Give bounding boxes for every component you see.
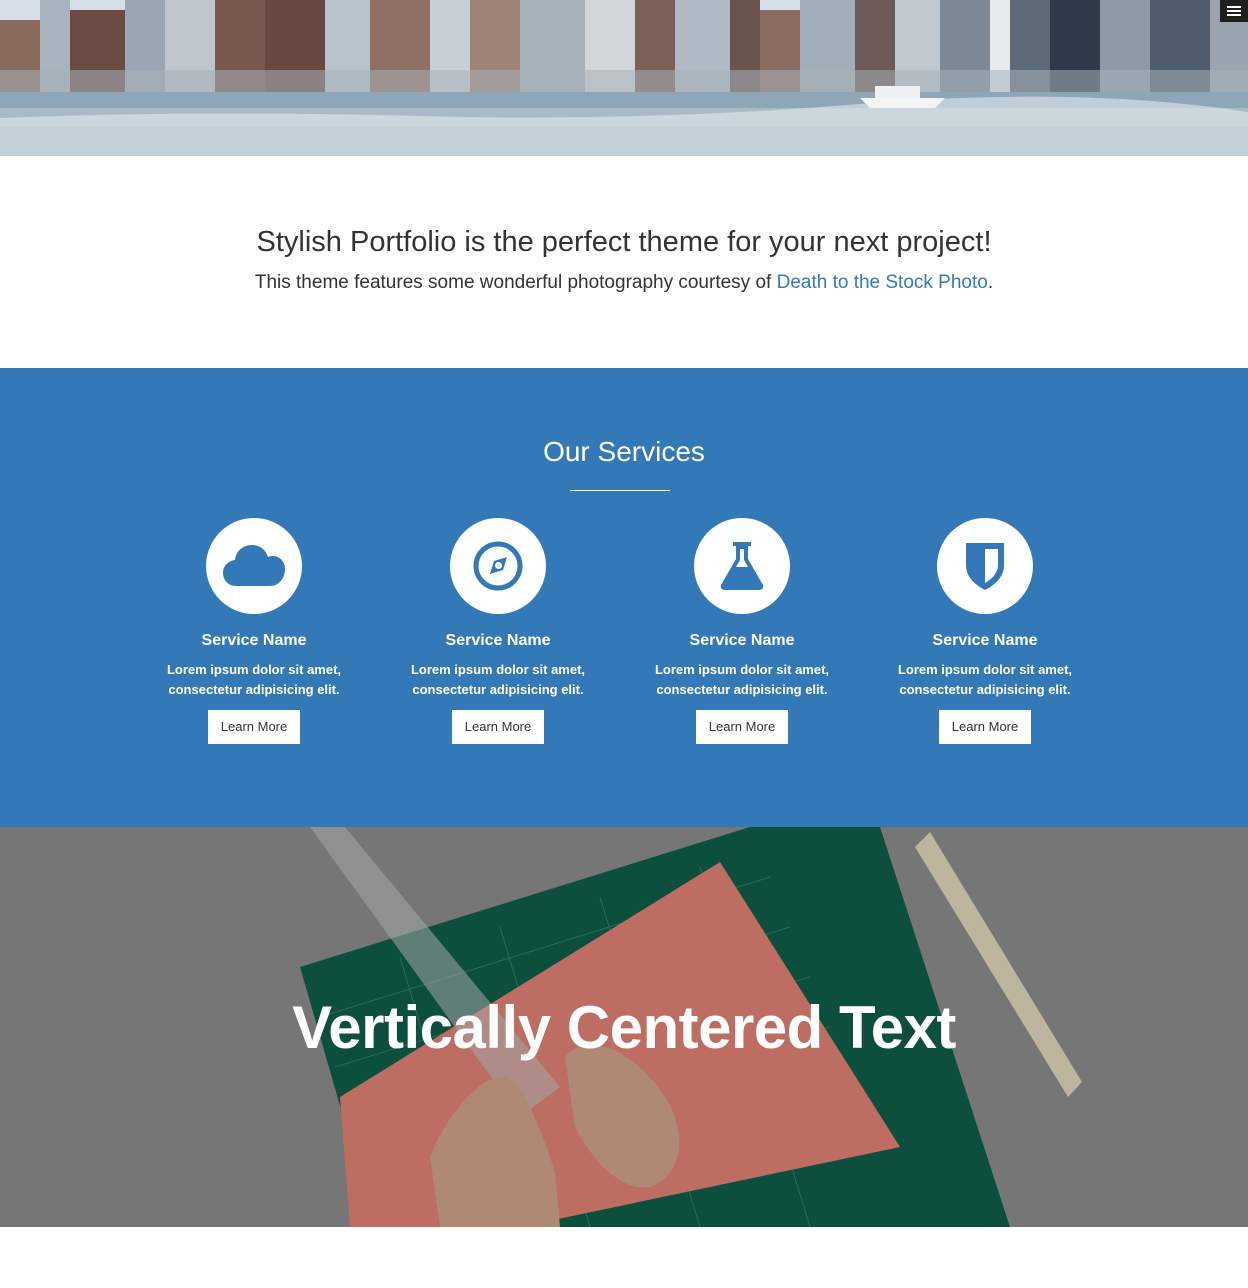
service-description: Lorem ipsum dolor sit amet, consectetur a… bbox=[895, 660, 1075, 700]
service-description-line: consectetur adipisicing elit. bbox=[412, 682, 584, 697]
city-skyline-image bbox=[0, 0, 1248, 156]
service-title: Service Name bbox=[201, 632, 307, 649]
cloud-icon bbox=[223, 545, 285, 586]
learn-more-button[interactable]: Learn More bbox=[696, 710, 788, 744]
service-item: Service Name Lorem ipsum dolor sit amet,… bbox=[652, 518, 832, 744]
service-description: Lorem ipsum dolor sit amet, consectetur a… bbox=[652, 660, 832, 700]
flask-icon bbox=[720, 542, 764, 590]
service-item: Service Name Lorem ipsum dolor sit amet,… bbox=[164, 518, 344, 744]
service-description: Lorem ipsum dolor sit amet, consectetur a… bbox=[408, 660, 588, 700]
service-description-line: consectetur adipisicing elit. bbox=[899, 682, 1071, 697]
about-section: Stylish Portfolio is the perfect theme f… bbox=[0, 156, 1248, 368]
about-text: This theme features some wonderful photo… bbox=[0, 272, 1248, 294]
service-item: Service Name Lorem ipsum dolor sit amet,… bbox=[408, 518, 588, 744]
menu-toggle-button[interactable] bbox=[1220, 0, 1248, 22]
service-description-line: Lorem ipsum dolor sit amet, bbox=[897, 662, 1073, 677]
services-heading: Our Services bbox=[543, 436, 705, 467]
service-description-line: Lorem ipsum dolor sit amet, bbox=[166, 662, 342, 677]
compass-icon bbox=[473, 541, 523, 591]
service-icon-circle bbox=[206, 518, 302, 614]
service-icon-circle bbox=[694, 518, 790, 614]
service-icon-circle bbox=[937, 518, 1033, 614]
learn-more-button[interactable]: Learn More bbox=[452, 710, 544, 744]
service-title: Service Name bbox=[445, 632, 551, 649]
service-description-line: Lorem ipsum dolor sit amet, bbox=[410, 662, 586, 677]
service-icon-circle bbox=[450, 518, 546, 614]
shield-icon bbox=[966, 543, 1004, 590]
learn-more-button[interactable]: Learn More bbox=[939, 710, 1031, 744]
services-section: Our Services Service Name Lorem ipsum do… bbox=[0, 368, 1248, 827]
about-heading: Stylish Portfolio is the perfect theme f… bbox=[256, 226, 992, 258]
callout-section: Vertically Centered Text bbox=[0, 827, 1248, 1227]
about-text-before-link: This theme features some wonderful photo… bbox=[254, 272, 777, 293]
services-divider bbox=[570, 490, 670, 491]
service-title: Service Name bbox=[932, 632, 1038, 649]
about-text-after-link: . bbox=[987, 272, 994, 293]
hero-section bbox=[0, 0, 1248, 156]
death-to-stock-photo-link[interactable]: Death to the Stock Photo bbox=[777, 272, 988, 293]
service-description: Lorem ipsum dolor sit amet, consectetur a… bbox=[164, 660, 344, 700]
service-title: Service Name bbox=[689, 632, 795, 649]
learn-more-button[interactable]: Learn More bbox=[208, 710, 300, 744]
callout-heading: Vertically Centered Text bbox=[292, 994, 956, 1061]
service-description-line: consectetur adipisicing elit. bbox=[168, 682, 340, 697]
service-description-line: Lorem ipsum dolor sit amet, bbox=[654, 662, 830, 677]
hamburger-menu-icon bbox=[1227, 6, 1241, 16]
service-description-line: consectetur adipisicing elit. bbox=[656, 682, 828, 697]
service-item: Service Name Lorem ipsum dolor sit amet,… bbox=[895, 518, 1075, 744]
